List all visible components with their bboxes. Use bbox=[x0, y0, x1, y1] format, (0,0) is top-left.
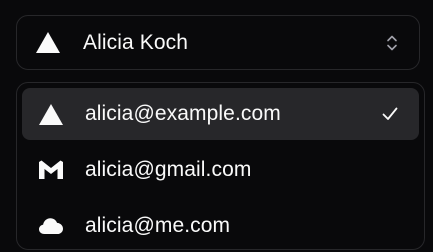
account-option-label: alicia@example.com bbox=[85, 102, 281, 125]
account-option-label: alicia@me.com bbox=[85, 214, 231, 237]
account-option-example[interactable]: alicia@example.com bbox=[22, 88, 419, 140]
account-select-trigger[interactable]: Alicia Koch bbox=[16, 15, 420, 70]
icloud-icon bbox=[37, 213, 65, 239]
vercel-triangle-icon bbox=[37, 101, 65, 127]
gmail-icon bbox=[37, 157, 65, 183]
selected-account-label: Alicia Koch bbox=[83, 30, 188, 54]
chevrons-up-down-icon bbox=[385, 33, 399, 53]
check-icon bbox=[381, 105, 399, 123]
account-option-gmail[interactable]: alicia@gmail.com bbox=[22, 144, 419, 196]
account-option-icloud[interactable]: alicia@me.com bbox=[22, 200, 419, 252]
account-option-label: alicia@gmail.com bbox=[85, 158, 252, 181]
vercel-triangle-icon bbox=[35, 30, 61, 56]
account-options-menu: alicia@example.com alicia@gmail.com alic… bbox=[16, 82, 425, 250]
